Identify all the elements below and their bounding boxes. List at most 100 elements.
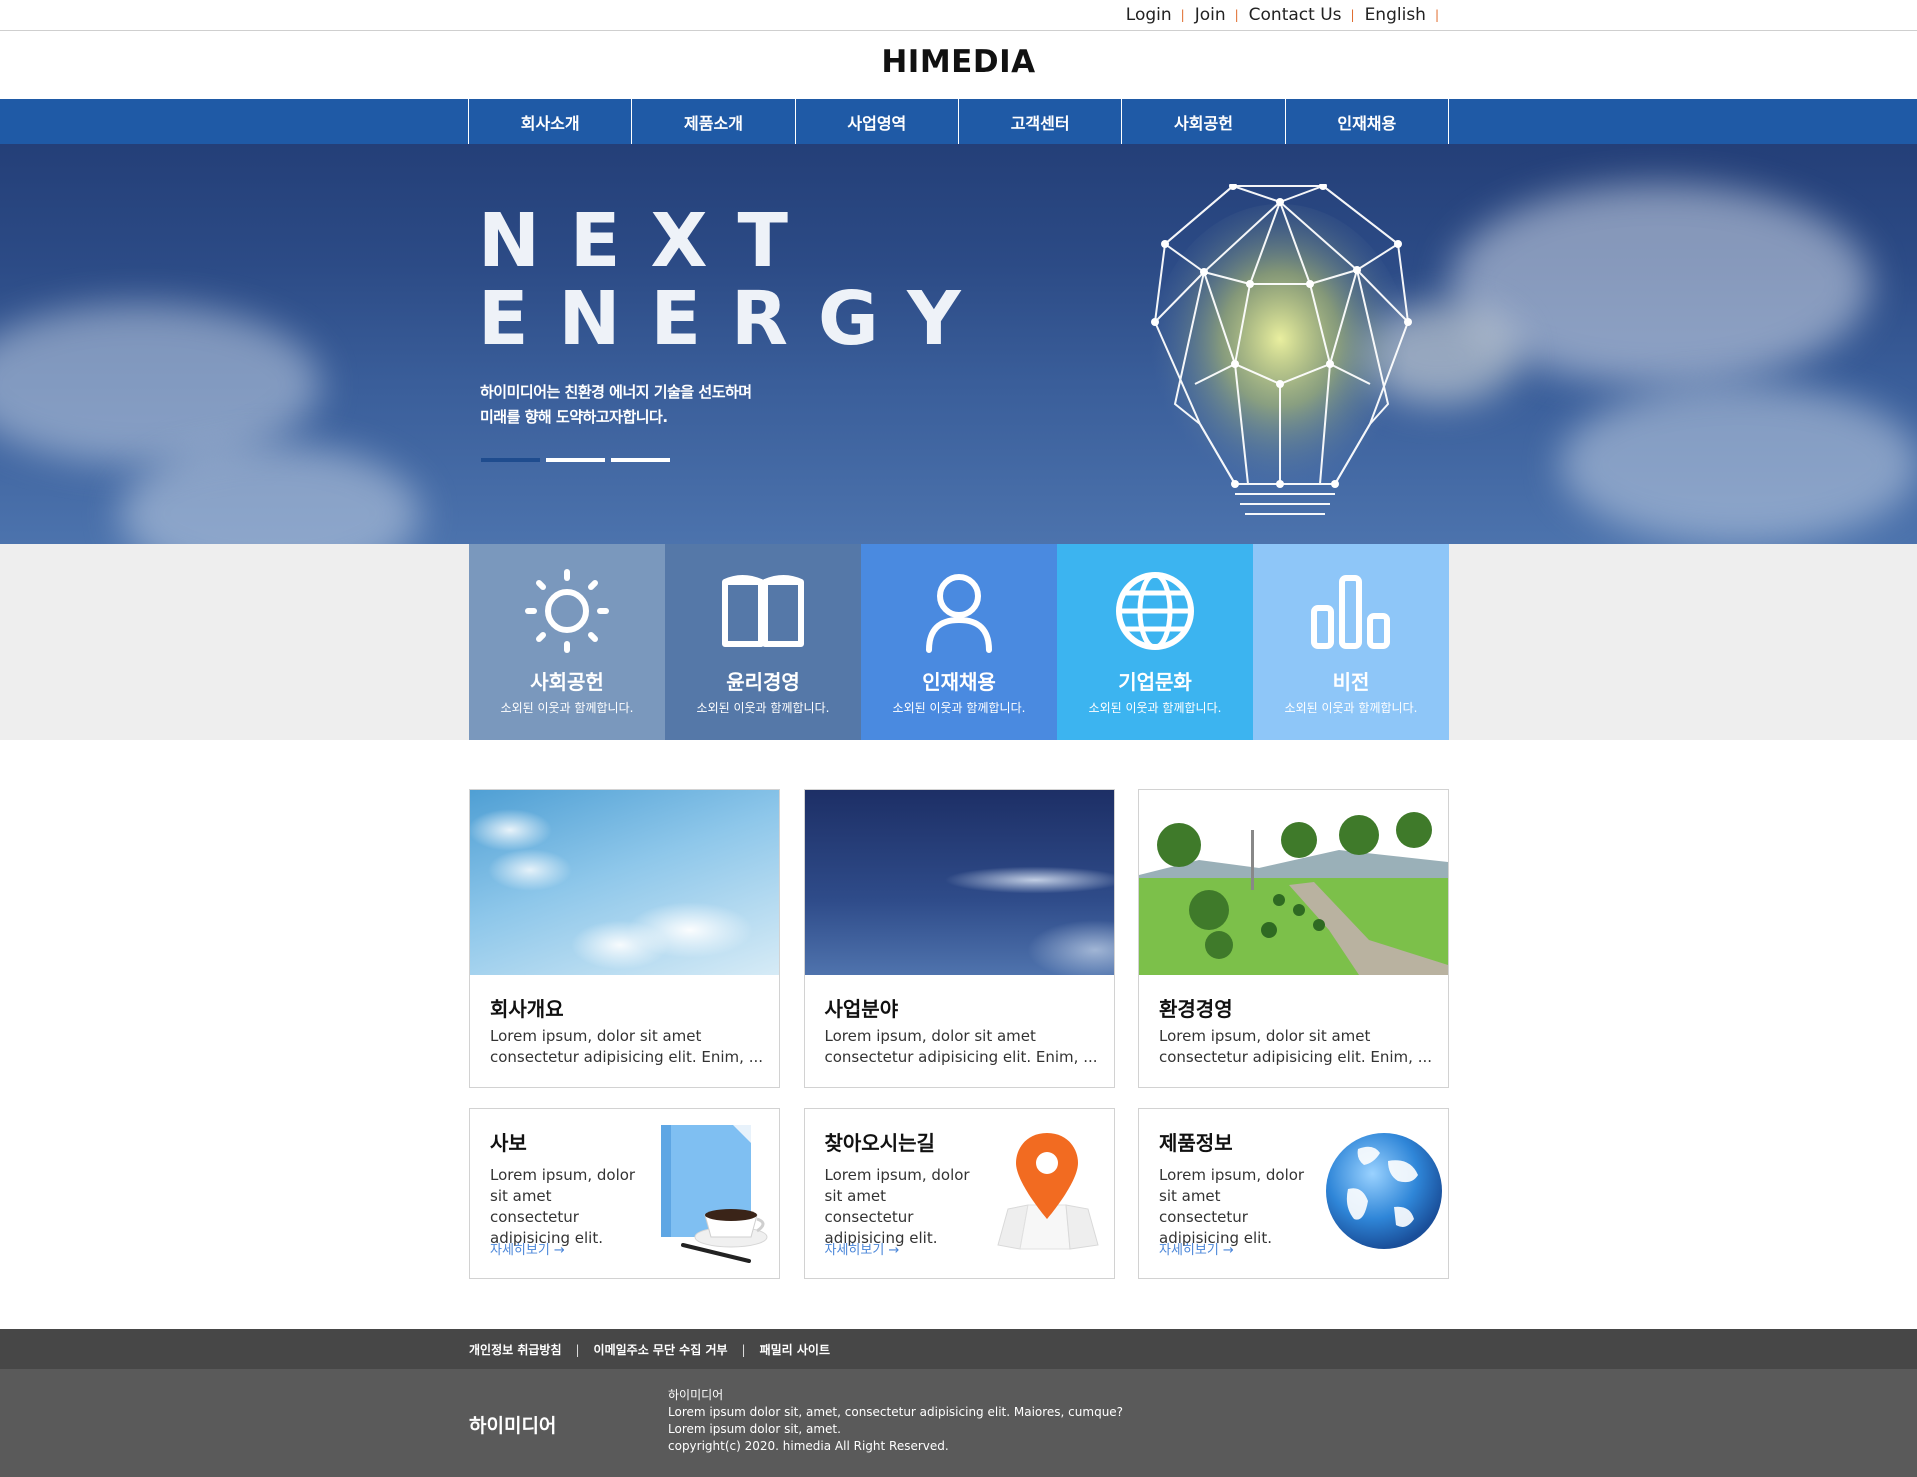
hero-description: 하이미디어는 친환경 에너지 기술을 선도하며 미래를 향해 도약하고자합니다. — [480, 380, 752, 430]
quick-item-subtitle: 소외된 이웃과 함께합니다. — [1088, 701, 1222, 715]
globe-image-icon — [1326, 1133, 1442, 1249]
quick-menu: 사회공헌 소외된 이웃과 함께합니다. 윤리경영 소외된 이웃과 함께합니다. … — [469, 544, 1449, 740]
slider-pagination — [481, 458, 670, 462]
separator: | — [1180, 8, 1185, 22]
nav-item-social[interactable]: 사회공헌 — [1122, 99, 1286, 144]
quick-item-culture[interactable]: 기업문화 소외된 이웃과 함께합니다. — [1057, 544, 1253, 740]
separator: | — [575, 1342, 580, 1357]
card-text-line: consectetur adipisicing elit. Enim, ... — [1159, 1048, 1433, 1066]
more-link[interactable]: 자세히보기 → — [490, 1239, 565, 1258]
box-title: 제품정보 — [1159, 1131, 1233, 1155]
footer-info-line: Lorem ipsum dolor sit, amet. — [668, 1422, 841, 1436]
quick-item-ethics[interactable]: 윤리경영 소외된 이웃과 함께합니다. — [665, 544, 861, 740]
park-image — [1139, 790, 1448, 975]
bar-chart-icon — [1311, 575, 1390, 649]
footer-info-line: Lorem ipsum dolor sit, amet, consectetur… — [668, 1405, 1124, 1419]
box-text-line: Lorem ipsum, dolor — [1159, 1166, 1305, 1184]
hero-desc-line1: 하이미디어는 친환경 에너지 기술을 선도하며 — [480, 383, 752, 401]
hero-title-line2: ENERGY — [478, 276, 991, 362]
card-business[interactable]: 사업분야 Lorem ipsum, dolor sit amet consect… — [803, 789, 1115, 1088]
privacy-policy-link[interactable]: 개인정보 취급방침 — [469, 1343, 562, 1357]
card-text: Lorem ipsum, dolor sit amet consectetur … — [1159, 1026, 1434, 1068]
quick-item-subtitle: 소외된 이웃과 함께합니다. — [892, 701, 1026, 715]
quick-item-vision[interactable]: 비전 소외된 이웃과 함께합니다. — [1253, 544, 1449, 740]
separator: | — [1234, 8, 1239, 22]
quick-item-subtitle: 소외된 이웃과 함께합니다. — [1284, 701, 1418, 715]
cloud-shape — [1560, 384, 1917, 544]
quick-item-title: 기업문화 — [1118, 670, 1192, 694]
box-text-line: sit amet consectetur — [824, 1187, 914, 1226]
box-text: Lorem ipsum, dolor sit amet consectetur … — [490, 1165, 642, 1249]
hero-title: NEXT ENERGY — [478, 202, 991, 358]
card-text-line: Lorem ipsum, dolor sit amet — [824, 1027, 1036, 1045]
notebook-coffee-icon — [661, 1125, 768, 1263]
card-text-line: consectetur adipisicing elit. Enim, ... — [824, 1048, 1098, 1066]
footer-info: 하이미디어 Lorem ipsum dolor sit, amet, conse… — [668, 1387, 1123, 1455]
more-link[interactable]: 자세히보기 → — [825, 1239, 900, 1258]
contact-us-link[interactable]: Contact Us — [1249, 5, 1342, 25]
slider-dot[interactable] — [611, 458, 670, 462]
hero-banner: NEXT ENERGY 하이미디어는 친환경 에너지 기술을 선도하며 미래를 … — [0, 144, 1917, 544]
family-site-link[interactable]: 패밀리 사이트 — [760, 1343, 830, 1357]
quick-item-subtitle: 소외된 이웃과 함께합니다. — [696, 701, 830, 715]
quick-item-recruit[interactable]: 인재채용 소외된 이웃과 함께합니다. — [861, 544, 1057, 740]
globe-icon — [1116, 572, 1194, 650]
footer-nav: 개인정보 취급방침 | 이메일주소 무단 수집 거부 | 패밀리 사이트 — [0, 1329, 1917, 1369]
quick-item-title: 윤리경영 — [726, 670, 800, 694]
separator: | — [741, 1342, 746, 1357]
box-text-line: sit amet consectetur — [1159, 1187, 1248, 1226]
box-text-line: Lorem ipsum, dolor — [490, 1166, 636, 1184]
card-title: 사업분야 — [824, 997, 899, 1021]
nav-item-business[interactable]: 사업영역 — [796, 99, 959, 144]
box-text: Lorem ipsum, dolor sit amet consectetur … — [1159, 1165, 1311, 1249]
more-link[interactable]: 자세히보기 → — [1159, 1239, 1234, 1258]
footer-company-name: 하이미디어 — [469, 1415, 557, 1437]
lightbulb-icon — [1150, 184, 1412, 515]
footer-info-line: 하이미디어 — [668, 1388, 724, 1402]
nav-item-support[interactable]: 고객센터 — [959, 99, 1123, 144]
quick-item-title: 사회공헌 — [530, 670, 604, 694]
map-pin-icon — [996, 1133, 1099, 1250]
card-title: 회사개요 — [490, 997, 564, 1021]
box-directions[interactable]: 찾아오시는길 Lorem ipsum, dolor sit amet conse… — [803, 1108, 1115, 1279]
cloud-shape — [0, 304, 320, 464]
nav-item-products[interactable]: 제품소개 — [632, 99, 796, 144]
box-product-info[interactable]: 제품정보 Lorem ipsum, dolor sit amet consect… — [1138, 1108, 1449, 1279]
box-text-line: Lorem ipsum, dolor — [824, 1166, 970, 1184]
hero-desc-line2: 미래를 향해 도약하고자합니다. — [480, 408, 668, 426]
info-boxes: 사보 Lorem ipsum, dolor sit amet consectet… — [469, 1108, 1449, 1279]
site-logo[interactable]: HIMEDIA — [0, 44, 1917, 80]
box-title: 찾아오시는길 — [824, 1131, 935, 1155]
box-text: Lorem ipsum, dolor sit amet consectetur … — [825, 1165, 977, 1249]
english-link[interactable]: English — [1365, 5, 1426, 25]
separator: | — [1350, 8, 1355, 22]
slider-dot[interactable] — [546, 458, 605, 462]
person-icon — [926, 574, 992, 653]
night-sky-image — [804, 790, 1114, 975]
utility-nav: Login | Join | Contact Us | English | — [1126, 5, 1449, 25]
card-text-line: consectetur adipisicing elit. Enim, ... — [490, 1048, 764, 1066]
box-title: 사보 — [490, 1131, 527, 1155]
login-link[interactable]: Login — [1126, 5, 1172, 25]
main-nav: 회사소개 제품소개 사업영역 고객센터 사회공헌 인재채용 — [0, 99, 1917, 144]
utility-bar: Login | Join | Contact Us | English | — [0, 0, 1917, 31]
nav-item-recruit[interactable]: 인재채용 — [1286, 99, 1449, 144]
footer-copyright: copyright(c) 2020. himedia All Right Res… — [668, 1439, 949, 1453]
card-environment[interactable]: 환경경영 Lorem ipsum, dolor sit amet consect… — [1138, 789, 1449, 1088]
box-newsletter[interactable]: 사보 Lorem ipsum, dolor sit amet consectet… — [469, 1108, 780, 1279]
slider-dot-active[interactable] — [481, 458, 540, 462]
sky-image — [470, 790, 779, 975]
email-refusal-link[interactable]: 이메일주소 무단 수집 거부 — [594, 1343, 728, 1357]
quick-item-title: 비전 — [1332, 670, 1370, 694]
nav-item-company[interactable]: 회사소개 — [469, 99, 633, 144]
quick-item-title: 인재채용 — [922, 670, 996, 694]
quick-item-social[interactable]: 사회공헌 소외된 이웃과 함께합니다. — [469, 544, 665, 740]
card-text: Lorem ipsum, dolor sit amet consectetur … — [825, 1026, 1100, 1068]
footer: 하이미디어 하이미디어 Lorem ipsum dolor sit, amet,… — [0, 1369, 1917, 1477]
join-link[interactable]: Join — [1195, 5, 1226, 25]
box-text-line: sit amet consectetur — [490, 1187, 579, 1226]
separator: | — [1434, 8, 1439, 22]
card-company-overview[interactable]: 회사개요 Lorem ipsum, dolor sit amet consect… — [469, 789, 780, 1088]
card-text-line: Lorem ipsum, dolor sit amet — [1159, 1027, 1371, 1045]
card-text: Lorem ipsum, dolor sit amet consectetur … — [490, 1026, 765, 1068]
